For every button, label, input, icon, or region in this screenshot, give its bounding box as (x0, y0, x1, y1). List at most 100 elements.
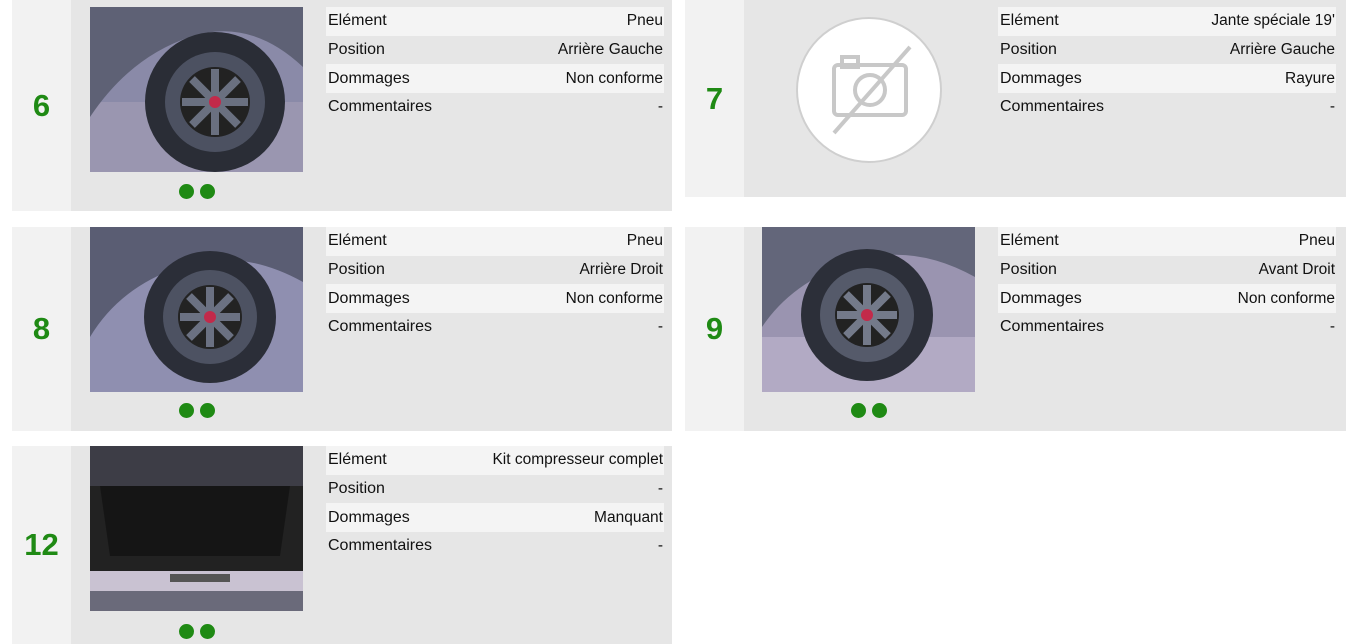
detail-label: Elément (328, 451, 387, 469)
no-photo-placeholder (762, 7, 975, 172)
detail-value: Manquant (594, 508, 663, 526)
damage-details: Elément Pneu Position Arrière Droit Dommag… (326, 227, 664, 342)
damage-details: Elément Pneu Position Arrière Gauche Domma… (326, 7, 664, 122)
wheel-photo-image (90, 227, 303, 392)
detail-value: - (657, 98, 663, 116)
damage-photo[interactable] (90, 446, 303, 611)
detail-label: Position (328, 41, 385, 59)
detail-value: Pneu (626, 232, 663, 250)
damage-number: 6 (32, 87, 51, 123)
no-photo-icon (795, 16, 942, 163)
damage-number-cell: 12 (12, 446, 71, 644)
detail-label: Elément (1000, 232, 1059, 250)
damage-details: Elément Kit compresseur complet Position -… (326, 446, 664, 561)
detail-value: Jante spéciale 19' (1211, 12, 1335, 30)
wheel-photo-image (762, 227, 975, 392)
detail-label: Elément (328, 12, 387, 30)
damage-card-7: 7 Elément Jante spéciale 19' Position Arri… (685, 0, 1346, 197)
pagination-dot[interactable] (178, 184, 194, 199)
detail-label: Dommages (328, 69, 410, 87)
detail-row-dommages: Dommages Manquant (326, 503, 664, 533)
detail-row-commentaires: Commentaires - (998, 313, 1336, 342)
detail-row-element: Elément Pneu (998, 227, 1336, 256)
detail-row-position: Position Arrière Droit (326, 256, 664, 285)
damage-number-cell: 6 (12, 0, 71, 211)
detail-row-position: Position - (326, 475, 664, 504)
pagination-dot[interactable] (199, 624, 215, 639)
damage-number-cell: 7 (685, 0, 744, 197)
detail-label: Dommages (328, 289, 410, 307)
detail-value: Pneu (626, 12, 663, 30)
pagination-dot[interactable] (199, 184, 215, 199)
damage-number: 8 (32, 311, 51, 346)
wheel-photo-image (90, 7, 303, 172)
photo-pagination (90, 624, 303, 639)
pagination-dot[interactable] (178, 624, 194, 639)
detail-row-dommages: Dommages Non conforme (998, 284, 1336, 314)
detail-value: - (657, 318, 663, 336)
detail-label: Dommages (1000, 69, 1082, 87)
pagination-dot[interactable] (871, 403, 887, 418)
damage-card-12: 12 Elément Kit compresseur complet Positi… (12, 446, 672, 644)
detail-label: Position (328, 480, 385, 498)
detail-label: Elément (1000, 12, 1059, 30)
detail-value: Non conforme (1237, 289, 1335, 307)
detail-value: - (1329, 318, 1335, 336)
detail-value: Pneu (1298, 232, 1335, 250)
trunk-photo-image (90, 446, 303, 611)
damage-number-cell: 9 (685, 227, 744, 431)
damage-photo[interactable] (762, 227, 975, 392)
damage-card-6: 6 Elément Pneu Position Arrière Gauche Dom… (12, 0, 672, 211)
detail-row-position: Position Arrière Gauche (998, 36, 1336, 65)
pagination-dot[interactable] (850, 403, 866, 418)
detail-row-element: Elément Pneu (326, 7, 664, 36)
pagination-dot[interactable] (178, 403, 194, 418)
damage-number: 7 (705, 80, 724, 116)
detail-label: Dommages (328, 508, 410, 526)
photo-pagination (90, 403, 303, 418)
detail-row-dommages: Dommages Non conforme (326, 284, 664, 314)
detail-value: Non conforme (565, 289, 663, 307)
damage-details: Elément Pneu Position Avant Droit Dommages… (998, 227, 1336, 342)
detail-label: Elément (328, 232, 387, 250)
detail-label: Commentaires (328, 318, 433, 336)
detail-value: Rayure (1285, 69, 1335, 87)
detail-row-position: Position Avant Droit (998, 256, 1336, 285)
detail-value: Arrière Gauche (557, 41, 663, 59)
detail-label: Commentaires (1000, 318, 1105, 336)
detail-value: - (657, 537, 663, 555)
damage-number-cell: 8 (12, 227, 71, 431)
detail-row-commentaires: Commentaires - (998, 93, 1336, 122)
damage-card-9: 9 Elément Pneu Position Avant Droit Dommag… (685, 227, 1346, 431)
damage-number: 12 (24, 527, 59, 562)
detail-row-commentaires: Commentaires - (326, 313, 664, 342)
detail-value: Non conforme (565, 69, 663, 87)
detail-row-element: Elément Jante spéciale 19' (998, 7, 1336, 36)
damage-card-8: 8 Elément Pneu Position Arrière Droit Domm… (12, 227, 672, 431)
damage-details: Elément Jante spéciale 19' Position Arrièr… (998, 7, 1336, 122)
detail-value: - (657, 480, 663, 498)
detail-value: Arrière Droit (579, 261, 663, 279)
damage-photo[interactable] (90, 227, 303, 392)
detail-row-element: Elément Kit compresseur complet (326, 446, 664, 475)
detail-label: Position (1000, 41, 1057, 59)
detail-row-dommages: Dommages Rayure (998, 64, 1336, 94)
photo-pagination (762, 403, 975, 418)
detail-value: Avant Droit (1258, 261, 1335, 279)
photo-pagination (90, 184, 303, 199)
detail-label: Position (328, 261, 385, 279)
damage-photo[interactable] (90, 7, 303, 172)
detail-row-commentaires: Commentaires - (326, 532, 664, 561)
detail-label: Dommages (1000, 289, 1082, 307)
detail-row-position: Position Arrière Gauche (326, 36, 664, 65)
detail-label: Commentaires (328, 98, 433, 116)
detail-row-dommages: Dommages Non conforme (326, 64, 664, 94)
detail-label: Commentaires (1000, 98, 1105, 116)
detail-value: Arrière Gauche (1229, 41, 1335, 59)
detail-row-commentaires: Commentaires - (326, 93, 664, 122)
detail-value: - (1329, 98, 1335, 116)
pagination-dot[interactable] (199, 403, 215, 418)
detail-label: Position (1000, 261, 1057, 279)
detail-label: Commentaires (328, 537, 433, 555)
detail-value: Kit compresseur complet (492, 451, 663, 469)
